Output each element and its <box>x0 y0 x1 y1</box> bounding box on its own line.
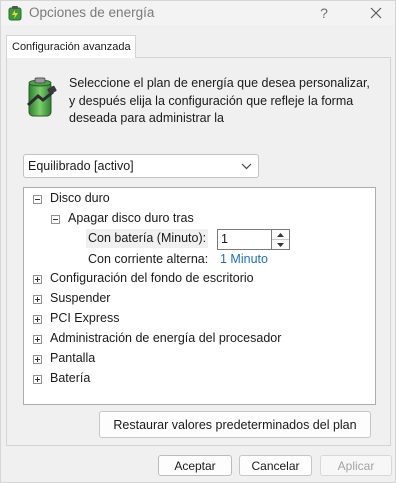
collapse-icon[interactable] <box>51 215 60 224</box>
tree-item-label: Batería <box>50 371 91 385</box>
expand-icon[interactable] <box>33 295 42 304</box>
tab-panel: Seleccione el plan de energía que desea … <box>6 57 391 446</box>
expand-icon[interactable] <box>33 315 42 324</box>
spin-down-button[interactable] <box>272 240 289 250</box>
tree-item-label: Apagar disco duro tras <box>68 211 194 225</box>
restore-defaults-button[interactable]: Restaurar valores predeterminados del pl… <box>99 411 371 438</box>
tree-item-label: PCI Express <box>50 311 120 325</box>
tab-label: Configuración avanzada <box>12 41 131 53</box>
chevron-down-icon <box>241 163 252 170</box>
tree-item-bateria[interactable]: Batería <box>33 371 363 389</box>
ok-button[interactable]: Aceptar <box>158 455 232 476</box>
description-text: Seleccione el plan de energía que desea … <box>69 76 370 125</box>
window-title: Opciones de energía <box>29 5 155 20</box>
tree-item-disco-duro[interactable]: Disco duro <box>33 191 233 209</box>
spin-up-button[interactable] <box>272 230 289 240</box>
settings-tree[interactable]: Disco duro Apagar disco duro tras Con ba… <box>23 187 376 405</box>
help-icon: ? <box>320 5 328 21</box>
tree-item-apagar-disco[interactable]: Apagar disco duro tras <box>51 211 251 229</box>
ac-setting-value[interactable]: 1 Minuto <box>220 252 268 266</box>
close-button[interactable] <box>361 1 391 25</box>
tree-item-label: Pantalla <box>50 351 96 365</box>
help-button[interactable]: ? <box>309 1 339 25</box>
tree-item-label: Administración de energía del procesador <box>50 331 282 345</box>
ac-setting-label: Con corriente alterna: <box>88 252 209 266</box>
tree-item-label: Configuración del fondo de escritorio <box>50 271 254 285</box>
tree-item-pci-express[interactable]: PCI Express <box>33 311 363 329</box>
cancel-button[interactable]: Cancelar <box>239 455 312 476</box>
minutes-spinner[interactable] <box>272 229 290 250</box>
power-options-icon <box>8 6 22 21</box>
expand-icon[interactable] <box>33 335 42 344</box>
battery-plug-icon <box>26 77 57 117</box>
tree-item-label: Disco duro <box>50 191 110 205</box>
apply-button[interactable]: Aplicar <box>320 455 392 476</box>
expand-icon[interactable] <box>33 375 42 384</box>
tree-item-suspender[interactable]: Suspender <box>33 291 363 309</box>
collapse-icon[interactable] <box>33 195 42 204</box>
power-options-window: Opciones de energía ? Configuración avan… <box>0 0 396 483</box>
tab-configuracion-avanzada[interactable]: Configuración avanzada <box>6 35 136 58</box>
close-icon <box>370 7 382 19</box>
plan-select-value: Equilibrado [activo] <box>28 159 134 173</box>
triangle-up-icon <box>277 232 284 237</box>
plan-select[interactable]: Equilibrado [activo] <box>23 154 259 178</box>
triangle-down-icon <box>277 243 284 247</box>
tree-item-pantalla[interactable]: Pantalla <box>33 351 363 369</box>
battery-minutes-input[interactable]: 1 <box>217 229 272 250</box>
expand-icon[interactable] <box>33 275 42 284</box>
battery-setting-label: Con batería (Minuto): <box>86 229 209 248</box>
tree-item-fondo-escritorio[interactable]: Configuración del fondo de escritorio <box>33 271 363 289</box>
tree-item-label: Suspender <box>50 291 111 305</box>
tree-item-procesador[interactable]: Administración de energía del procesador <box>33 331 363 349</box>
title-bar: Opciones de energía ? <box>1 1 395 25</box>
expand-icon[interactable] <box>33 355 42 364</box>
